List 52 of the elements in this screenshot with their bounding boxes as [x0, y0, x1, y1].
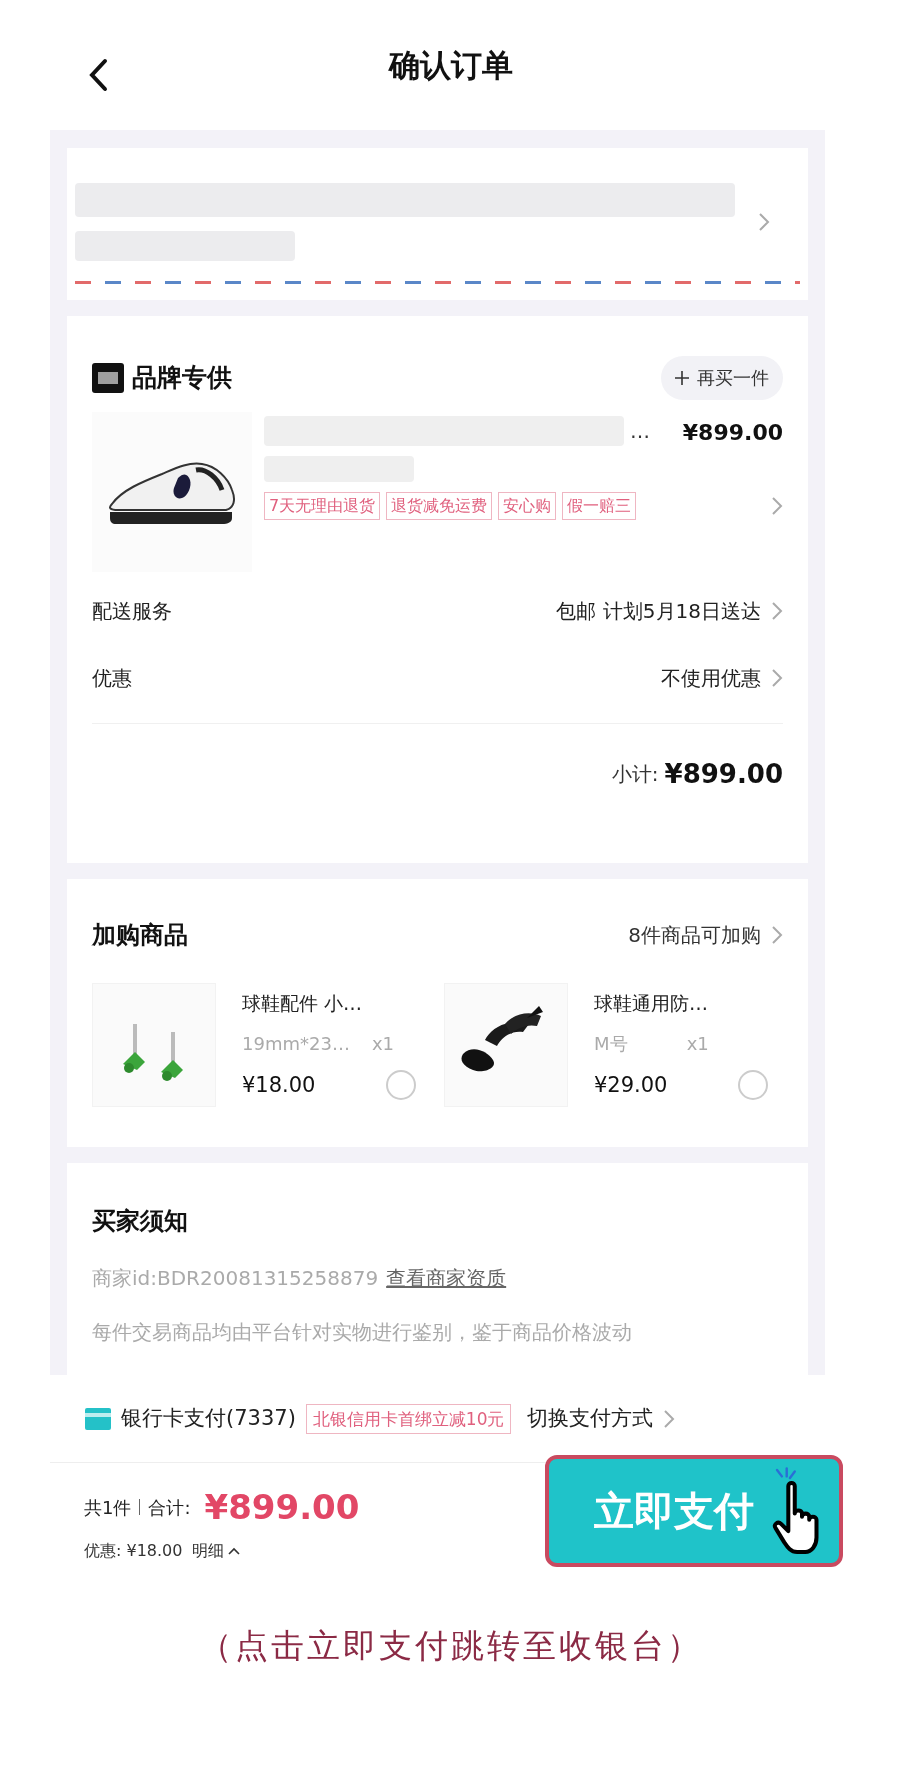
addon-quantity: x1 [686, 1032, 709, 1056]
merchant-id: 商家id:BDR20081315258879 [92, 1265, 379, 1292]
section-title: 买家须知 [92, 1206, 189, 1237]
addon-price: ¥29.00 [594, 1071, 668, 1099]
service-tag: 假一赔三 [562, 492, 637, 520]
service-tag: 退货减免运费 [386, 492, 493, 520]
section-title: 加购商品 [92, 920, 188, 951]
subtotal-label: 小计: [611, 761, 659, 788]
addon-spec: 19mm*23… [242, 1032, 350, 1056]
service-tag: 7天无理由退货 [264, 492, 381, 520]
service-tag: 安心购 [498, 492, 557, 520]
addon-quantity: x1 [371, 1032, 394, 1056]
product-price: ¥899.00 [682, 419, 783, 447]
option-row[interactable]: 优惠 不使用优惠 [92, 644, 783, 711]
addon-name: 球鞋通用防… [594, 991, 709, 1016]
addon-price: ¥18.00 [242, 1071, 316, 1099]
discount-text: 优惠: ¥18.00 [84, 1539, 183, 1562]
promo-tag: 北银信用卡首绑立减10元 [305, 1403, 512, 1434]
total-amount: ¥899.00 [204, 1485, 360, 1529]
payment-method: 银行卡支付(7337) [121, 1404, 296, 1432]
back-icon[interactable] [88, 58, 108, 92]
page-title: 确认订单 [388, 45, 513, 85]
addon-name: 球鞋配件 小… [242, 991, 364, 1016]
merchant-qualification-link[interactable]: 查看商家资质 [386, 1263, 507, 1293]
addon-spec: M号 [594, 1032, 628, 1056]
subtotal-amount: ¥899.00 [664, 757, 783, 791]
notice-text: 每件交易商品均由平台针对实物进行鉴别，鉴于商品价格波动 [92, 1319, 633, 1346]
row-label: 优惠 [92, 664, 132, 692]
details-toggle[interactable]: 明细 [192, 1538, 241, 1563]
option-row[interactable]: 配送服务 包邮 计划5月18日送达 [92, 577, 783, 644]
buy-again-button[interactable]: 再买一件 [661, 355, 783, 400]
plus-icon [675, 370, 689, 385]
select-radio[interactable] [738, 1070, 768, 1101]
bank-card-icon [85, 1407, 111, 1430]
chevron-right-icon [771, 925, 783, 945]
item-count: 共1件 [84, 1495, 132, 1520]
select-radio[interactable] [386, 1070, 416, 1101]
chevron-right-icon [663, 1408, 676, 1429]
chevron-right-icon [771, 495, 783, 517]
ellipsis-text: … [630, 418, 650, 445]
switch-payment-link[interactable]: 切换支付方式 [527, 1402, 676, 1435]
caret-up-icon [228, 1546, 241, 1555]
row-value: 包邮 计划5月18日送达 [556, 597, 761, 625]
chevron-right-icon [771, 600, 783, 621]
row-value: 不使用优惠 [661, 664, 761, 692]
brand-logo-icon [92, 362, 124, 393]
brand-label: 品牌专供 [132, 361, 232, 394]
caption-text: （点击立即支付跳转至收银台） [198, 1625, 703, 1667]
chevron-right-icon [771, 667, 783, 688]
total-label: 合计: [148, 1495, 191, 1520]
more-addons-link[interactable]: 8件商品可加购 [628, 920, 783, 950]
row-label: 配送服务 [92, 597, 172, 625]
